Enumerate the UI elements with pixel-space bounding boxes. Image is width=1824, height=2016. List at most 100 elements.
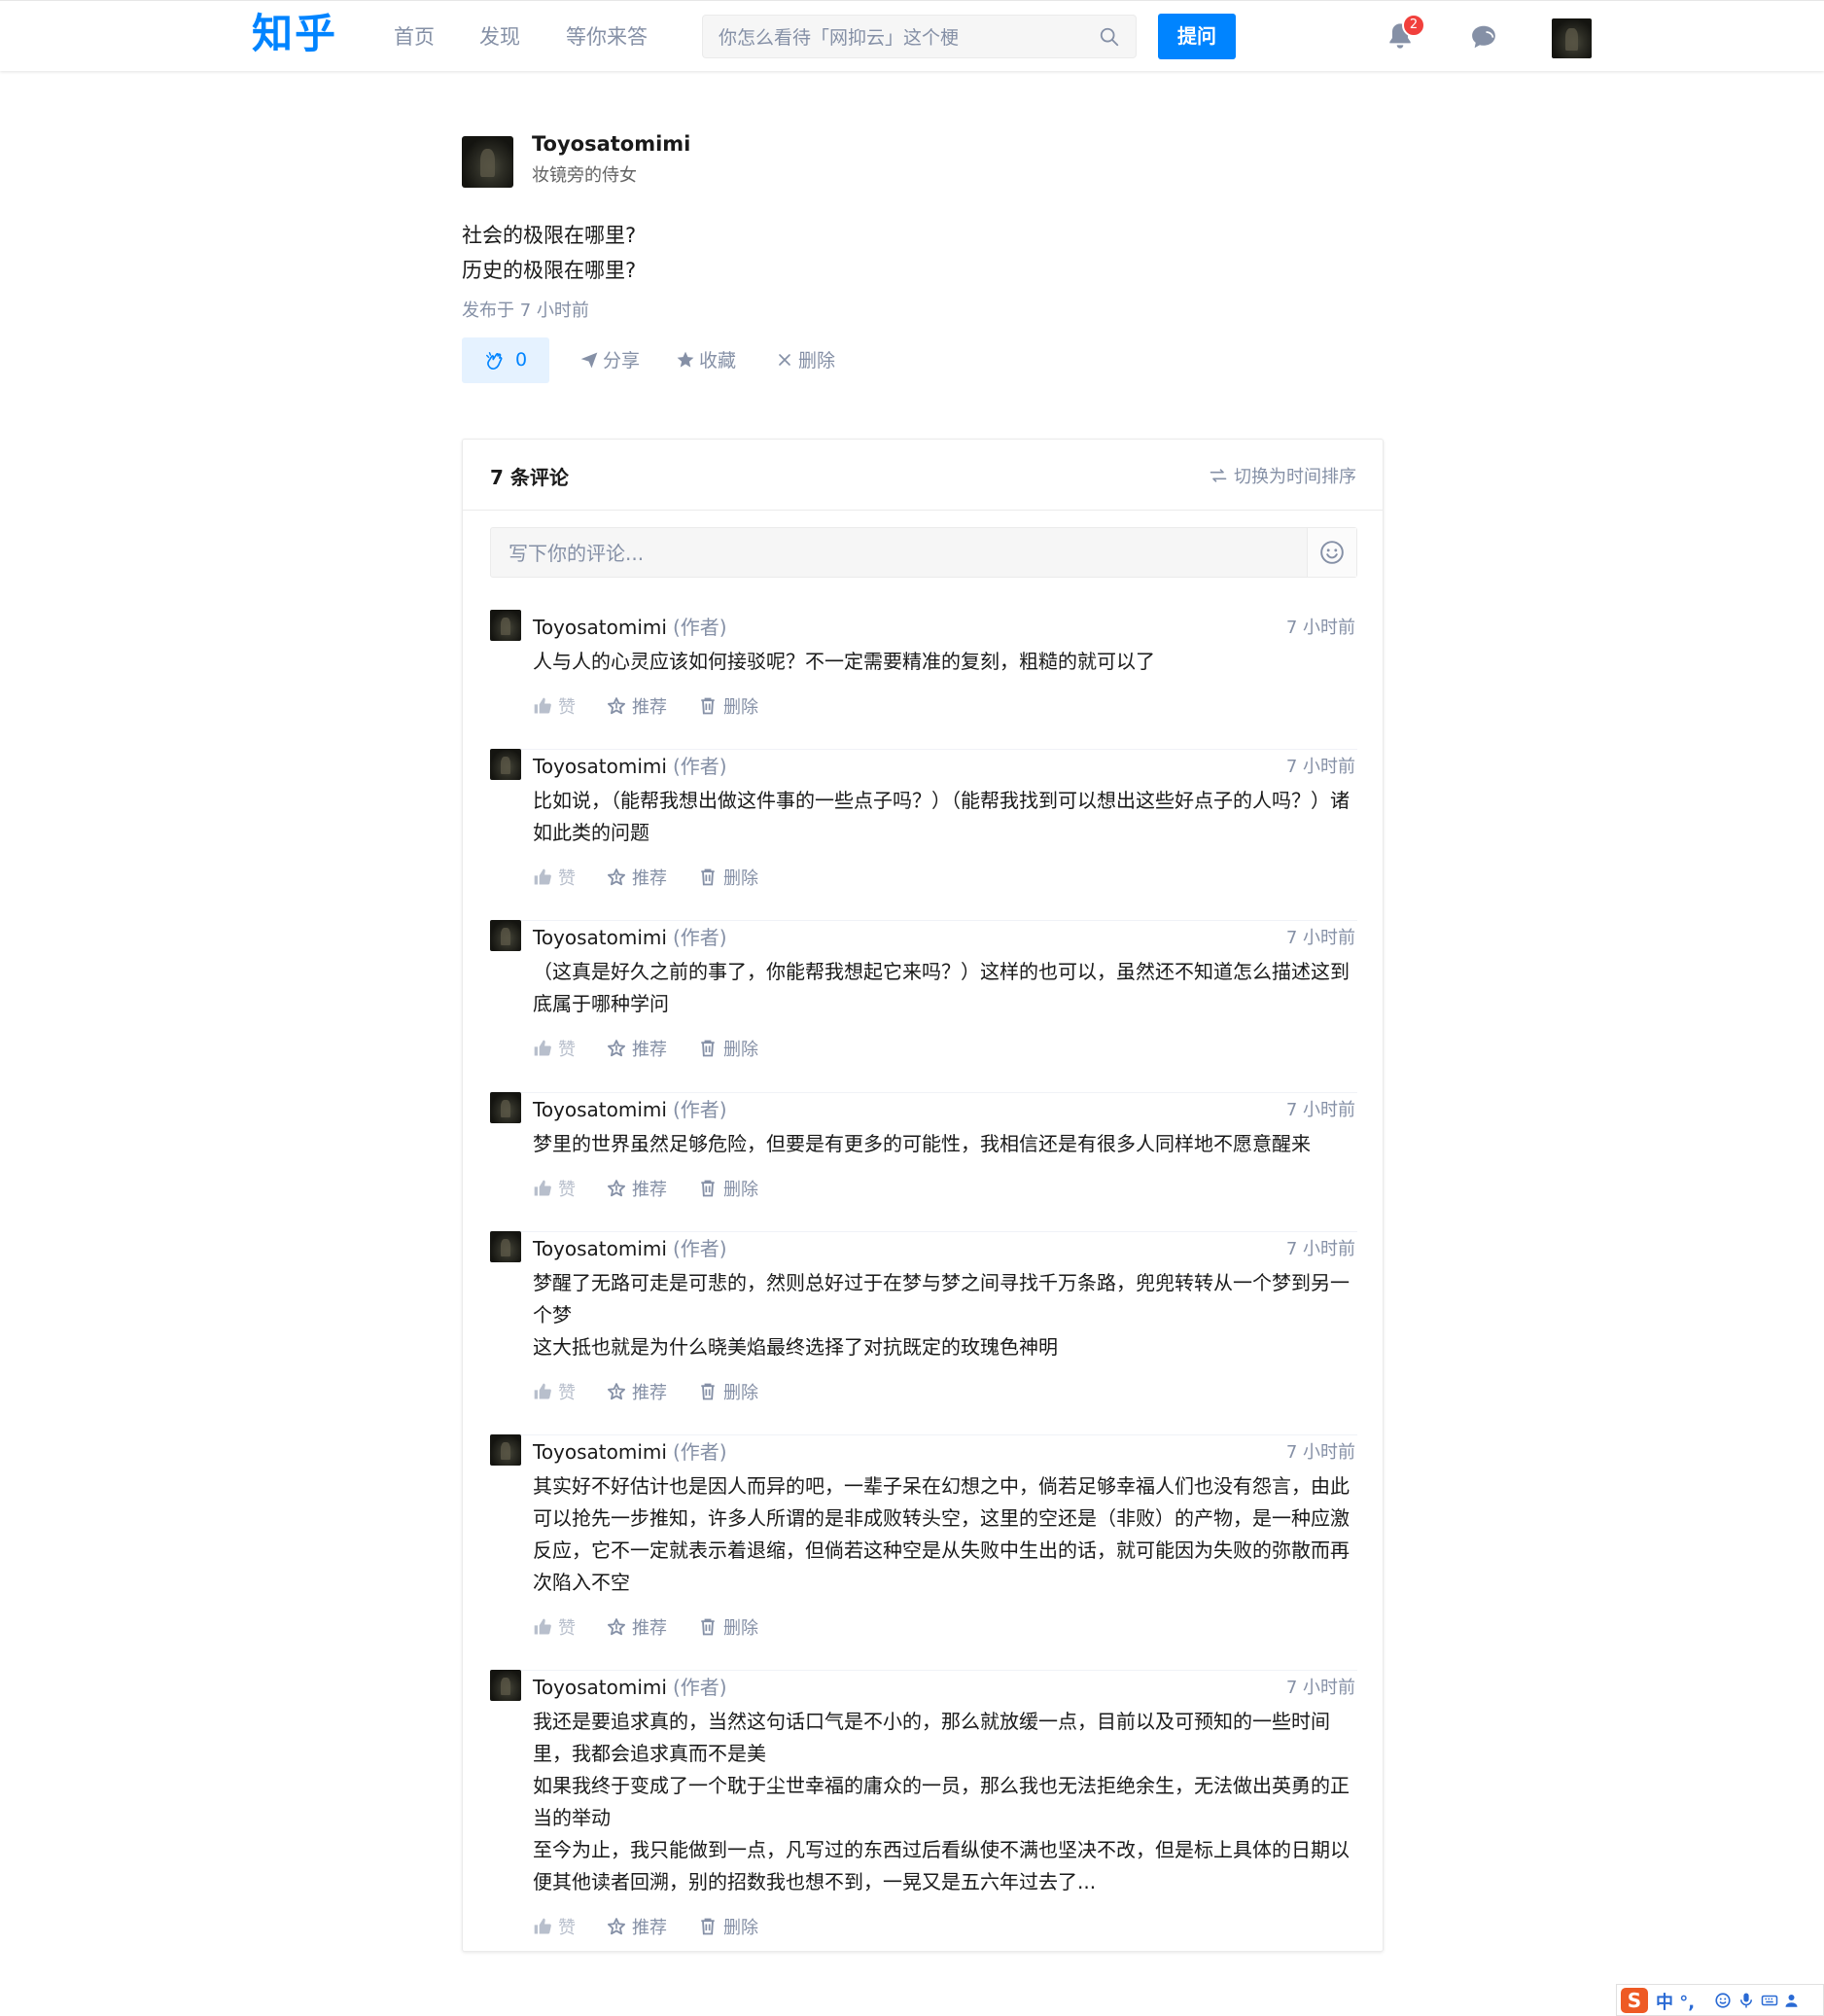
nav-home-link[interactable]: 首页 (394, 22, 435, 52)
sogou-ime-icon[interactable]: S (1621, 1988, 1648, 2013)
post-author-avatar[interactable] (462, 136, 513, 188)
user-settings-icon[interactable] (1784, 1992, 1802, 2009)
star-outline-icon (608, 1040, 625, 1057)
post-favorite-label: 收藏 (699, 350, 737, 371)
ask-question-button[interactable]: 提问 (1158, 14, 1236, 59)
thumbs-up-icon (534, 1180, 551, 1196)
messages-icon[interactable] (1469, 22, 1498, 52)
comment-like-button[interactable]: 赞 (533, 1379, 576, 1404)
comment-author-label: Toyosatomimi (533, 926, 667, 949)
thumbs-up-icon (534, 1383, 551, 1399)
comment-delete-button[interactable]: 删除 (698, 1614, 758, 1640)
comment-body: 其实好不好估计也是因人而异的吧，一辈子呆在幻想之中，倘若足够幸福人们也没有怨言，… (533, 1470, 1357, 1599)
comment-recommend-label: 推荐 (632, 1040, 667, 1060)
comment-recommend-button[interactable]: 推荐 (607, 1914, 667, 1939)
comment-author-name[interactable]: Toyosatomimi (作者) (533, 1094, 727, 1122)
comment-text: 人与人的心灵应该如何接驳呢？不一定需要精准的复刻，粗糙的就可以了 (533, 650, 1155, 673)
comment-recommend-button[interactable]: 推荐 (607, 1379, 667, 1404)
nav-waiting-answers-link[interactable]: 等你来答 (566, 22, 648, 52)
comment-delete-button[interactable]: 删除 (698, 1914, 758, 1939)
comment-delete-label: 删除 (723, 1040, 758, 1060)
author-tag: (作者) (672, 1676, 727, 1699)
switch-arrows-icon (1210, 469, 1227, 482)
comment-author-name[interactable]: Toyosatomimi (作者) (533, 922, 727, 950)
comment-text: 如果我终于变成了一个耽于尘世幸福的庸众的一员，那么我也无法拒绝余生，无法做出英勇… (533, 1774, 1350, 1829)
comment-time: 7 小时前 (1285, 1442, 1355, 1463)
comment-delete-button[interactable]: 删除 (698, 1379, 758, 1404)
comment-text: 梦里的世界虽然足够危险，但要是有更多的可能性，我相信还是有很多人同样地不愿意醒来 (533, 1132, 1311, 1155)
search-icon[interactable] (1099, 26, 1120, 48)
search-input[interactable] (717, 23, 1090, 53)
microphone-icon[interactable] (1737, 1992, 1755, 2009)
comment-author-avatar[interactable] (490, 1231, 521, 1262)
emoji-icon[interactable] (1714, 1992, 1732, 2009)
trash-icon (701, 697, 715, 715)
comment-item: Toyosatomimi (作者) 7 小时前 梦醒了无路可走是可悲的，然则总好过于在… (490, 1231, 1357, 1435)
comment-author-name[interactable]: Toyosatomimi (作者) (533, 1436, 727, 1465)
sort-toggle-button[interactable]: 切换为时间排序 (1209, 463, 1356, 488)
comment-author-avatar[interactable] (490, 1092, 521, 1123)
share-icon (580, 352, 598, 369)
comment-recommend-button[interactable]: 推荐 (607, 865, 667, 890)
comment-author-avatar[interactable] (490, 749, 521, 780)
keyboard-icon[interactable] (1761, 1992, 1778, 2009)
comment-like-button[interactable]: 赞 (533, 1176, 576, 1201)
comment-like-button[interactable]: 赞 (533, 1614, 576, 1640)
comment-author-name[interactable]: Toyosatomimi (作者) (533, 1233, 727, 1261)
comment-author-name[interactable]: Toyosatomimi (作者) (533, 612, 727, 640)
comment-recommend-label: 推荐 (632, 1383, 667, 1403)
comment-text: （这真是好久之前的事了，你能帮我想起它来吗？）这样的也可以，虽然还不知道怎么描述… (533, 960, 1350, 1015)
comment-like-button[interactable]: 赞 (533, 1036, 576, 1061)
comment-delete-button[interactable]: 删除 (698, 1176, 758, 1201)
comment-recommend-button[interactable]: 推荐 (607, 1036, 667, 1061)
comment-delete-label: 删除 (723, 1383, 758, 1403)
comment-item: Toyosatomimi (作者) 7 小时前 梦里的世界虽然足够危险，但要是有更多的… (490, 1092, 1357, 1232)
comments-header: 7 条评论 切换为时间排序 (463, 440, 1383, 511)
comment-author-avatar[interactable] (490, 1434, 521, 1466)
comment-time: 7 小时前 (1285, 1239, 1355, 1259)
thumbs-up-icon (534, 1618, 551, 1635)
comment-delete-button[interactable]: 删除 (698, 1036, 758, 1061)
post-like-button[interactable]: 0 (462, 337, 549, 383)
comment-recommend-button[interactable]: 推荐 (607, 1176, 667, 1201)
comment-author-label: Toyosatomimi (533, 1440, 667, 1464)
comment-author-avatar[interactable] (490, 1670, 521, 1701)
comment-input[interactable] (507, 540, 1269, 567)
comment-delete-button[interactable]: 删除 (698, 865, 758, 890)
zhihu-logo[interactable]: 知乎 (252, 9, 337, 59)
comment-recommend-button[interactable]: 推荐 (607, 1614, 667, 1640)
post-author-name[interactable]: Toyosatomimi (532, 132, 690, 156)
comment-recommend-label: 推荐 (632, 1180, 667, 1200)
comment-author-label: Toyosatomimi (533, 1676, 667, 1699)
applause-icon (486, 352, 503, 370)
trash-icon (701, 1180, 715, 1197)
comment-author-name[interactable]: Toyosatomimi (作者) (533, 751, 727, 779)
post-content-line: 历史的极限在哪里? (462, 259, 637, 282)
emoji-button[interactable] (1307, 528, 1356, 577)
comment-author-avatar[interactable] (490, 610, 521, 641)
post-favorite-button[interactable]: 收藏 (676, 348, 736, 373)
post-publish-time: 发布于 7 小时前 (462, 301, 589, 321)
thumbs-up-icon (534, 868, 551, 885)
user-avatar[interactable] (1552, 18, 1592, 58)
comment-like-button[interactable]: 赞 (533, 865, 576, 890)
nav-discover-link[interactable]: 发现 (479, 22, 520, 52)
post-share-button[interactable]: 分享 (579, 348, 640, 373)
comment-text: 其实好不好估计也是因人而异的吧，一辈子呆在幻想之中，倘若足够幸福人们也没有怨言，… (533, 1474, 1350, 1594)
comment-delete-button[interactable]: 删除 (698, 693, 758, 719)
star-outline-icon (608, 1918, 625, 1935)
comment-time: 7 小时前 (1285, 928, 1355, 948)
comment-delete-label: 删除 (723, 697, 758, 718)
comment-like-button[interactable]: 赞 (533, 1914, 576, 1939)
top-navigation-bar: 知乎 首页 发现 等你来答 提问 2 (0, 0, 1824, 71)
ime-mode-label[interactable]: 中 °, (1656, 1989, 1695, 2014)
post-like-count: 0 (515, 349, 528, 371)
comment-author-avatar[interactable] (490, 920, 521, 951)
comment-recommend-button[interactable]: 推荐 (607, 693, 667, 719)
comment-author-name[interactable]: Toyosatomimi (作者) (533, 1672, 727, 1700)
star-outline-icon (608, 697, 625, 715)
comment-like-button[interactable]: 赞 (533, 693, 576, 719)
comment-like-label: 赞 (558, 868, 576, 889)
post-delete-button[interactable]: 删除 (775, 348, 835, 373)
comment-delete-label: 删除 (723, 1180, 758, 1200)
